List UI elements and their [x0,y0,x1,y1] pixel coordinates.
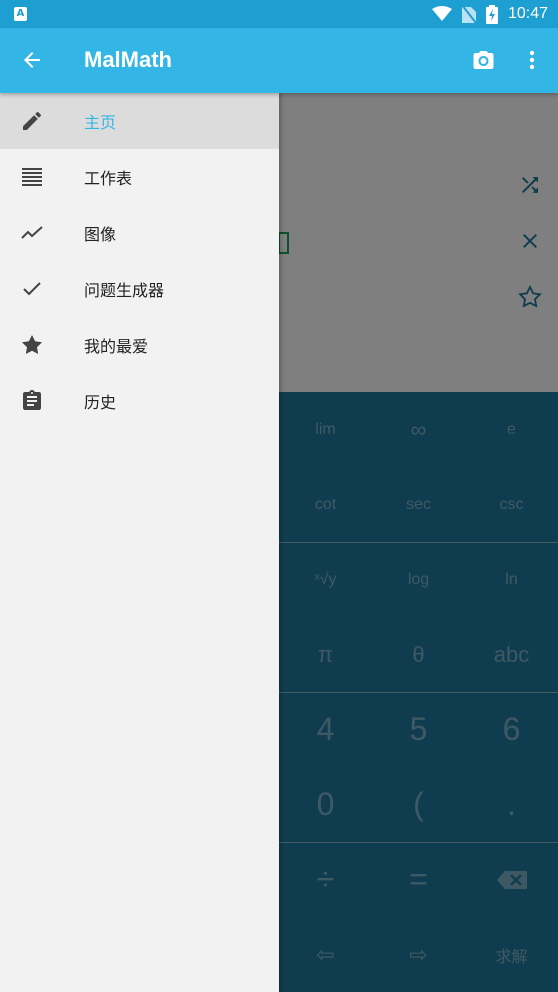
app-bar: MalMath [0,28,558,93]
drawer-item-graph[interactable]: 图像 [0,205,279,261]
pencil-icon [23,112,41,130]
drawer-item-favorites[interactable]: 我的最爱 [0,317,279,373]
drawer-item-history[interactable]: 历史 [0,373,279,429]
wifi-icon [431,6,452,21]
clipboard-icon [23,390,41,410]
battery-charging-icon [485,4,498,24]
drawer-item-label: 主页 [84,113,117,132]
drawer-item-label: 我的最爱 [84,337,149,356]
check-icon [23,282,41,296]
drawer-item-label: 历史 [84,393,117,412]
drawer-item-label: 问题生成器 [84,281,165,300]
drawer-item-problem-generator[interactable]: 问题生成器 [0,261,279,317]
drawer-item-home[interactable]: 主页 [0,93,279,149]
navigation-drawer: 主页 工作表 图像 问题生成器 我的最爱 历史 [0,93,279,992]
drawer-item-label: 工作表 [84,169,133,188]
drawer-item-worksheet[interactable]: 工作表 [0,149,279,205]
camera-icon[interactable] [471,48,496,72]
graph-icon [21,226,43,239]
status-time: 10:47 [507,5,548,22]
notification-icon: A [14,7,27,21]
app-title: MalMath [84,47,172,72]
back-arrow-icon[interactable] [20,48,44,72]
status-bar: A 10:47 [0,0,558,28]
drawer-item-label: 图像 [84,225,117,244]
overflow-menu-icon[interactable] [526,48,538,72]
list-icon [22,168,42,186]
no-sim-icon [461,5,476,23]
star-icon [22,335,42,354]
